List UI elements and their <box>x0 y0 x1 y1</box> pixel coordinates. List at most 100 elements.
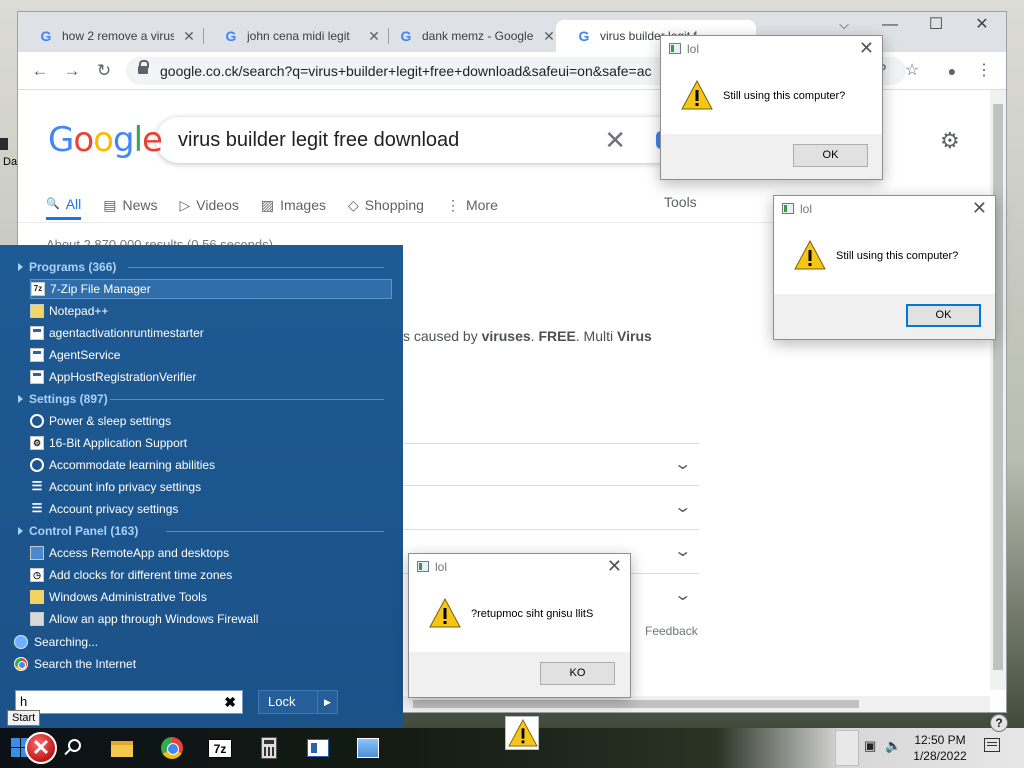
reload-icon[interactable]: ↻ <box>90 58 118 84</box>
menu-item-agentactivation[interactable]: agentactivationruntimestarter <box>30 323 392 343</box>
back-icon[interactable]: ← <box>26 58 54 84</box>
clock-time: 12:50 PM <box>914 733 966 747</box>
arrow-right-icon[interactable]: ▶ <box>317 691 337 713</box>
7zip-label: 7z <box>208 739 232 758</box>
section-control-panel[interactable]: Control Panel (163) <box>18 522 384 540</box>
bookmark-star-icon[interactable]: ☆ <box>900 59 924 83</box>
forward-icon[interactable]: → <box>58 58 86 84</box>
search-internet-item[interactable]: Search the Internet <box>14 654 374 674</box>
menu-item-firewall[interactable]: Allow an app through Windows Firewall <box>30 609 392 629</box>
google-logo[interactable]: Google <box>48 120 163 160</box>
menu-item-admin-tools[interactable]: Windows Administrative Tools <box>30 587 392 607</box>
section-settings[interactable]: Settings (897) <box>18 390 384 408</box>
menu-item-agentservice[interactable]: AgentService <box>30 345 392 365</box>
search-input[interactable]: virus builder legit free download ✕ <box>156 117 686 163</box>
error-x-icon[interactable]: ✕ <box>25 732 57 764</box>
menu-item-notepadpp[interactable]: Notepad++ <box>30 301 392 321</box>
notification-icon[interactable] <box>984 738 1000 752</box>
section-programs[interactable]: Programs (366) <box>18 258 384 276</box>
menu-item-accommodate[interactable]: Accommodate learning abilities <box>30 455 392 475</box>
picture-viewer-icon[interactable] <box>354 734 382 762</box>
menu-icon[interactable]: ⋮ <box>972 59 996 83</box>
profile-icon[interactable]: ● <box>940 59 964 83</box>
dialog-message: Still using this computer? <box>836 250 959 262</box>
menu-item-label: Allow an app through Windows Firewall <box>49 612 259 626</box>
menu-item-clocks[interactable]: ◷ Add clocks for different time zones <box>30 565 392 585</box>
tools-button[interactable]: Tools <box>664 190 697 214</box>
result-snippet: s caused by viruses. FREE. Multi Virus <box>403 328 652 344</box>
menu-item-account-info[interactable]: ☰ Account info privacy settings <box>30 477 392 497</box>
start-search-input[interactable]: h ✖ <box>15 690 243 714</box>
tab-label: All <box>65 195 82 212</box>
tab-john-cena-midi[interactable]: G john cena midi legit ✕ <box>203 20 389 52</box>
section-divider <box>128 267 384 268</box>
maximize-button[interactable]: ☐ <box>914 12 958 42</box>
tab-label: Videos <box>196 197 239 213</box>
scrollbar-thumb[interactable] <box>993 104 1003 670</box>
dialog-titlebar[interactable]: lol ✕ <box>774 196 995 222</box>
menu-item-16bit[interactable]: ⚙ 16-Bit Application Support <box>30 433 392 453</box>
close-icon[interactable]: ✕ <box>607 556 622 577</box>
chrome-taskbar-icon[interactable] <box>158 734 186 762</box>
close-icon[interactable]: ✕ <box>972 198 987 219</box>
tab-news[interactable]: ▤ News <box>103 190 157 220</box>
tab-images[interactable]: ▨ Images <box>261 190 326 220</box>
menu-item-remoteapp[interactable]: Access RemoteApp and desktops <box>30 543 392 563</box>
ko-button[interactable]: KO <box>540 662 615 685</box>
app-window-icon <box>30 326 44 340</box>
close-icon[interactable]: ✕ <box>859 38 874 59</box>
vertical-scrollbar[interactable] <box>990 90 1006 690</box>
tab-close-icon[interactable]: ✕ <box>542 28 556 45</box>
lock-button[interactable]: Lock ▶ <box>258 690 338 714</box>
search-tabs: 🔍 All ▤ News ▷ Videos ▨ Images ◇ Shopping ⋮ Mo… <box>46 190 498 220</box>
clear-icon[interactable]: ✖ <box>224 691 236 713</box>
tab-videos[interactable]: ▷ Videos <box>180 190 239 220</box>
tab-how-to-remove-virus[interactable]: G how 2 remove a virus ✕ <box>18 20 204 52</box>
related-question[interactable]: ⌄ <box>403 487 699 530</box>
tab-more[interactable]: ⋮ More <box>446 190 498 220</box>
remote-desktop-icon <box>30 546 44 560</box>
calculator-icon[interactable] <box>255 734 283 762</box>
system-clock[interactable]: 12:50 PM 1/28/2022 <box>906 732 974 764</box>
7zip-taskbar-icon[interactable]: 7z <box>205 734 233 762</box>
help-icon[interactable]: ? <box>990 714 1008 732</box>
dialog-title: lol <box>435 560 448 574</box>
horizontal-scrollbar[interactable] <box>403 696 990 712</box>
network-icon[interactable]: ▣ <box>864 738 876 754</box>
volume-icon[interactable]: 🔈 <box>885 738 901 754</box>
desktop-icon[interactable] <box>0 138 8 150</box>
menu-item-account-privacy[interactable]: ☰ Account privacy settings <box>30 499 392 519</box>
dialog-titlebar[interactable]: lol ✕ <box>409 554 630 580</box>
section-label: Programs (366) <box>29 260 117 274</box>
app-window-taskbar-icon[interactable] <box>304 734 332 762</box>
tab-label: More <box>465 197 498 213</box>
scrollbar-thumb[interactable] <box>413 700 859 708</box>
show-desktop-button[interactable] <box>835 730 859 766</box>
file-explorer-icon[interactable] <box>108 734 136 762</box>
tab-all[interactable]: 🔍 All <box>46 190 82 220</box>
ok-button[interactable]: OK <box>906 304 981 327</box>
logo-letter: o <box>93 120 114 160</box>
tab-dank-memz[interactable]: G dank memz - Google ✕ <box>378 20 564 52</box>
menu-item-7zip[interactable]: 7z 7-Zip File Manager <box>30 279 392 299</box>
chevron-down-icon: ⌄ <box>672 587 692 604</box>
chevron-down-icon: ⌄ <box>672 456 692 473</box>
settings-gear-icon[interactable]: ⚙ <box>940 128 960 154</box>
warning-taskbar-icon[interactable] <box>505 716 539 750</box>
search-icon[interactable] <box>62 734 90 762</box>
tab-shopping[interactable]: ◇ Shopping <box>348 190 424 220</box>
tab-close-icon[interactable]: ✕ <box>182 28 196 45</box>
menu-item-power-sleep[interactable]: Power & sleep settings <box>30 411 392 431</box>
menu-item-apphost[interactable]: AppHostRegistrationVerifier <box>30 367 392 387</box>
dialog-titlebar[interactable]: lol ✕ <box>661 36 882 62</box>
related-question[interactable]: ⌄ <box>403 443 699 486</box>
clear-search-icon[interactable]: ✕ <box>604 117 626 163</box>
close-window-button[interactable]: ✕ <box>960 12 1004 42</box>
gear-icon: ⚙ <box>30 436 44 450</box>
menu-item-label: Notepad++ <box>49 304 109 318</box>
warning-icon <box>794 240 826 270</box>
address-url: google.co.ck/search?q=virus+builder+legi… <box>160 63 652 79</box>
ok-button[interactable]: OK <box>793 144 868 167</box>
person-list-icon: ☰ <box>31 501 43 515</box>
feedback-link[interactable]: Feedback <box>645 624 698 638</box>
